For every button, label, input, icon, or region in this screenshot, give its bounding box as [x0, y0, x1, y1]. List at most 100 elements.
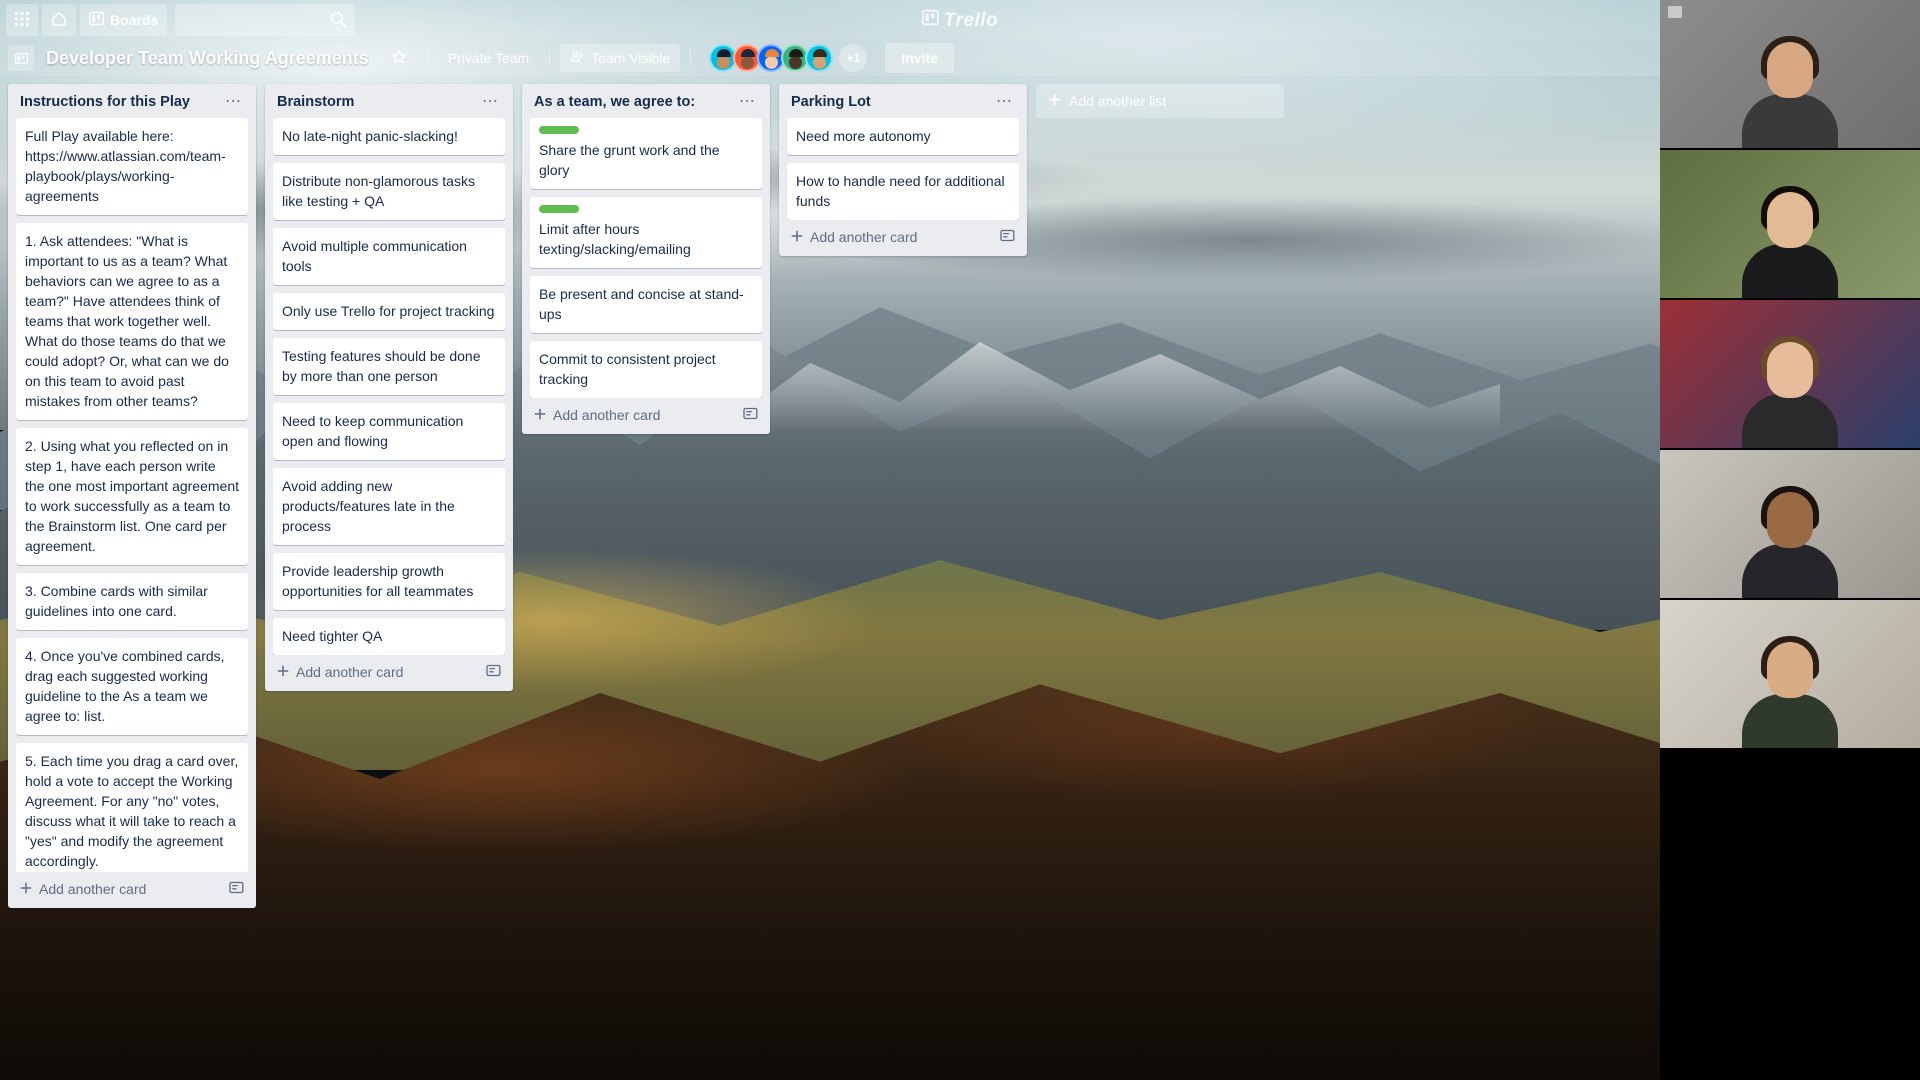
apps-grid-button[interactable]: [6, 4, 38, 36]
card-text: No late-night panic-slacking!: [282, 128, 458, 144]
invite-button[interactable]: Invite: [885, 43, 954, 73]
card[interactable]: Avoid adding new products/features late …: [273, 468, 505, 545]
header-divider-3: [690, 49, 691, 67]
card-text: 1. Ask attendees: "What is important to …: [25, 233, 229, 409]
participant-figure: [1742, 636, 1838, 748]
avatar[interactable]: [805, 44, 833, 72]
card[interactable]: Need tighter QA: [273, 618, 505, 655]
boards-label: Boards: [110, 12, 158, 28]
card-template-icon[interactable]: [486, 664, 501, 680]
add-another-list-button[interactable]: Add another list: [1036, 84, 1284, 118]
extra-members-badge[interactable]: +1: [839, 44, 867, 72]
card[interactable]: 2. Using what you reflected on in step 1…: [16, 428, 248, 565]
card[interactable]: Need to keep communication open and flow…: [273, 403, 505, 460]
participant-torso: [1742, 94, 1838, 148]
card[interactable]: Share the grunt work and the glory: [530, 118, 762, 189]
card-text: Share the grunt work and the glory: [539, 142, 720, 178]
boards-button[interactable]: Boards: [80, 4, 167, 36]
card[interactable]: 5. Each time you drag a card over, hold …: [16, 743, 248, 872]
visibility-button[interactable]: Team Visible: [560, 44, 680, 72]
video-tile[interactable]: [1660, 0, 1920, 150]
card[interactable]: Commit to consistent project tracking: [530, 341, 762, 398]
screen: Boards Trello: [0, 0, 1920, 1080]
card-list: Need more autonomy How to handle need for…: [779, 118, 1027, 220]
card[interactable]: Avoid multiple communication tools: [273, 228, 505, 285]
list-menu-icon[interactable]: ⋯: [992, 97, 1017, 107]
trello-logo-text: Trello: [944, 10, 998, 32]
card[interactable]: Limit after hours texting/slacking/email…: [530, 197, 762, 268]
home-button[interactable]: [42, 4, 76, 36]
card-template-icon[interactable]: [1000, 229, 1015, 245]
card-text: Only use Trello for project tracking: [282, 303, 494, 319]
video-call-sidebar: [1660, 0, 1920, 1080]
card-template-icon[interactable]: [229, 881, 244, 897]
card-list: Share the grunt work and the glory Limit …: [522, 118, 770, 398]
card[interactable]: No late-night panic-slacking!: [273, 118, 505, 155]
trello-top-bar: Boards Trello: [0, 0, 1920, 40]
card-text: Need to keep communication open and flow…: [282, 413, 463, 449]
card[interactable]: Only use Trello for project tracking: [273, 293, 505, 330]
search-box[interactable]: [175, 4, 355, 36]
star-button[interactable]: [381, 44, 417, 72]
card-label[interactable]: [539, 205, 579, 213]
card-template-icon[interactable]: [743, 407, 758, 423]
list-menu-icon[interactable]: ⋯: [221, 97, 246, 107]
card[interactable]: Distribute non-glamorous tasks like test…: [273, 163, 505, 220]
card[interactable]: How to handle need for additional funds: [787, 163, 1019, 220]
card-text: Commit to consistent project tracking: [539, 351, 716, 387]
card[interactable]: 4. Once you've combined cards, drag each…: [16, 638, 248, 735]
board-list[interactable]: As a team, we agree to: ⋯ Share the grunt …: [522, 84, 770, 434]
list-menu-icon[interactable]: ⋯: [735, 97, 760, 107]
participant-face: [1767, 42, 1813, 98]
card-text: 5. Each time you drag a card over, hold …: [25, 753, 238, 869]
team-name-button[interactable]: Private Team: [438, 44, 539, 72]
participant-torso: [1742, 544, 1838, 598]
board-thumbnail-icon[interactable]: [8, 45, 34, 71]
plus-icon: [534, 407, 546, 423]
add-card-row[interactable]: Add another card: [265, 655, 513, 691]
plus-icon: [1048, 93, 1061, 109]
add-card-row[interactable]: Add another card: [779, 220, 1027, 256]
card[interactable]: Full Play available here: https://www.at…: [16, 118, 248, 215]
board-list[interactable]: Instructions for this Play ⋯ Full Play ava…: [8, 84, 256, 908]
add-card-row[interactable]: Add another card: [522, 398, 770, 434]
list-title[interactable]: Parking Lot: [791, 94, 871, 110]
video-tile[interactable]: [1660, 150, 1920, 300]
card-text: Full Play available here: https://www.at…: [25, 128, 226, 204]
add-card-label: Add another card: [296, 664, 403, 680]
card[interactable]: Need more autonomy: [787, 118, 1019, 155]
card[interactable]: 3. Combine cards with similar guidelines…: [16, 573, 248, 630]
trello-logo: Trello: [922, 9, 998, 32]
card[interactable]: Provide leadership growth opportunities …: [273, 553, 505, 610]
card[interactable]: Be present and concise at stand-ups: [530, 276, 762, 333]
card-text: Testing features should be done by more …: [282, 348, 480, 384]
board-icon: [89, 11, 104, 29]
list-menu-icon[interactable]: ⋯: [478, 97, 503, 107]
participant-face: [1767, 642, 1813, 698]
card-text: Avoid multiple communication tools: [282, 238, 467, 274]
add-card-row[interactable]: Add another card: [8, 872, 256, 908]
video-tile[interactable]: [1660, 600, 1920, 750]
participant-figure: [1742, 336, 1838, 448]
plus-icon: [277, 664, 289, 680]
card[interactable]: Testing features should be done by more …: [273, 338, 505, 395]
list-header: Parking Lot ⋯: [779, 84, 1027, 118]
list-header: Brainstorm ⋯: [265, 84, 513, 118]
board-list[interactable]: Parking Lot ⋯ Need more autonomy How to han…: [779, 84, 1027, 256]
list-header: As a team, we agree to: ⋯: [522, 84, 770, 118]
card-list: No late-night panic-slacking! Distribute …: [265, 118, 513, 655]
card-text: 3. Combine cards with similar guidelines…: [25, 583, 208, 619]
video-tile[interactable]: [1660, 300, 1920, 450]
board-list[interactable]: Brainstorm ⋯ No late-night panic-slacking!…: [265, 84, 513, 691]
list-title[interactable]: As a team, we agree to:: [534, 94, 695, 110]
list-title[interactable]: Brainstorm: [277, 94, 354, 110]
card-text: Provide leadership growth opportunities …: [282, 563, 473, 599]
list-title[interactable]: Instructions for this Play: [20, 94, 190, 110]
video-tile[interactable]: [1660, 450, 1920, 600]
header-divider-2: [549, 49, 550, 67]
board-canvas[interactable]: Instructions for this Play ⋯ Full Play ava…: [0, 76, 1350, 1080]
card-label[interactable]: [539, 126, 579, 134]
search-input[interactable]: [175, 4, 355, 36]
card[interactable]: 1. Ask attendees: "What is important to …: [16, 223, 248, 420]
participant-face: [1767, 492, 1813, 548]
